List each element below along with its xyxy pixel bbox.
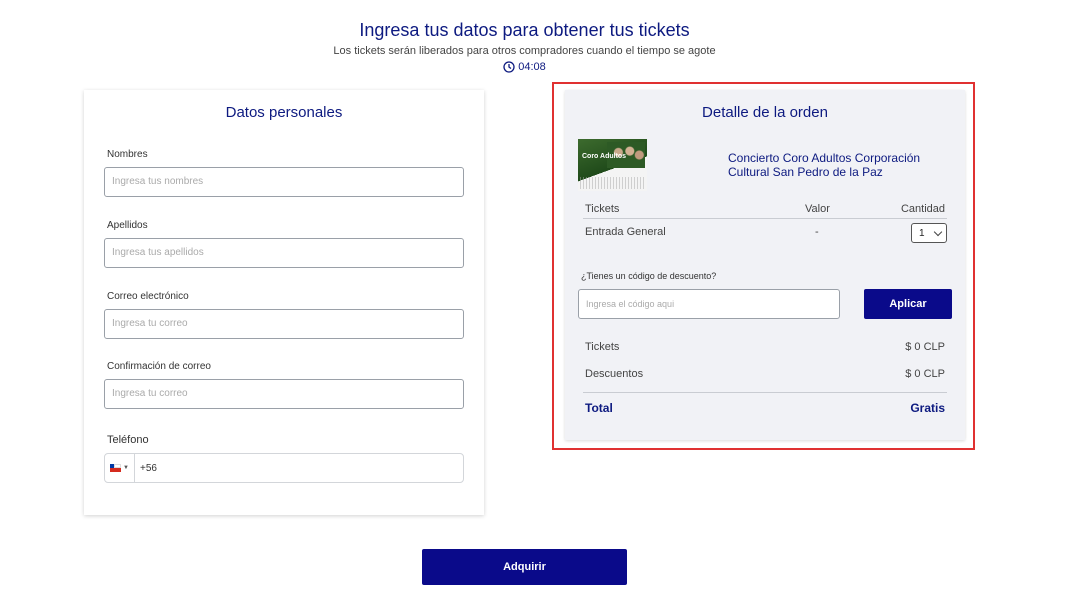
buy-button[interactable]: Adquirir: [422, 549, 627, 585]
total-value: Gratis: [910, 401, 945, 415]
phone-label: Teléfono: [107, 434, 149, 446]
email-confirm-label: Confirmación de correo: [107, 361, 211, 372]
col-value: Valor: [805, 203, 830, 215]
phone-field[interactable]: ▼ +56: [104, 453, 464, 483]
clock-icon: [503, 61, 515, 73]
last-name-input[interactable]: Ingresa tus apellidos: [104, 238, 464, 268]
page-subtitle: Los tickets serán liberados para otros c…: [333, 45, 716, 57]
chevron-down-icon: [933, 227, 943, 236]
col-tickets: Tickets: [585, 203, 620, 215]
event-thumbnail-text: Coro Adultos: [582, 153, 627, 160]
personal-data-panel: Datos personales Nombres Ingresa tus nom…: [84, 90, 484, 515]
event-name: Concierto Coro Adultos Corporación Cultu…: [728, 151, 921, 179]
summary-tickets-label: Tickets: [585, 341, 620, 353]
order-detail-title: Detalle de la orden: [702, 104, 828, 121]
email-input[interactable]: Ingresa tu correo: [104, 309, 464, 339]
email-confirm-input[interactable]: Ingresa tu correo: [104, 379, 464, 409]
quantity-select[interactable]: 1: [911, 223, 947, 243]
ticket-value: -: [815, 226, 819, 238]
summary-discounts-row: Descuentos $ 0 CLP: [585, 368, 945, 380]
total-label: Total: [585, 401, 613, 415]
timer-value: 04:08: [518, 61, 546, 73]
summary-discounts-value: $ 0 CLP: [905, 368, 945, 380]
event-thumbnail: Coro Adultos: [578, 139, 647, 191]
caret-down-icon: ▼: [123, 465, 129, 471]
apply-button[interactable]: Aplicar: [864, 289, 952, 319]
ticket-table-header: Tickets Valor Cantidad: [583, 203, 947, 219]
col-quantity: Cantidad: [900, 203, 945, 215]
country-selector[interactable]: ▼: [105, 454, 135, 482]
summary-tickets-value: $ 0 CLP: [905, 341, 945, 353]
first-name-input[interactable]: Ingresa tus nombres: [104, 167, 464, 197]
divider: [583, 392, 947, 393]
discount-code-input[interactable]: Ingresa el código aqui: [578, 289, 840, 319]
sponsor-logos: [580, 177, 644, 189]
chile-flag-icon: [110, 464, 122, 472]
ticket-type: Entrada General: [585, 226, 666, 238]
discount-label: ¿Tienes un código de descuento?: [581, 271, 717, 281]
summary-total-row: Total Gratis: [585, 401, 945, 415]
last-name-label: Apellidos: [107, 220, 148, 231]
summary-discounts-label: Descuentos: [585, 368, 644, 380]
first-name-label: Nombres: [107, 149, 148, 160]
table-row: Entrada General - 1: [583, 223, 947, 243]
quantity-value: 1: [919, 227, 925, 239]
page-title: Ingresa tus datos para obtener tus ticke…: [359, 20, 690, 40]
order-detail-panel: Detalle de la orden Coro Adultos Concier…: [565, 90, 965, 440]
countdown-timer: 04:08: [0, 61, 1049, 73]
personal-data-title: Datos personales: [225, 104, 343, 121]
email-label: Correo electrónico: [107, 291, 189, 302]
phone-code: +56: [140, 462, 157, 474]
summary-tickets-row: Tickets $ 0 CLP: [585, 341, 945, 353]
